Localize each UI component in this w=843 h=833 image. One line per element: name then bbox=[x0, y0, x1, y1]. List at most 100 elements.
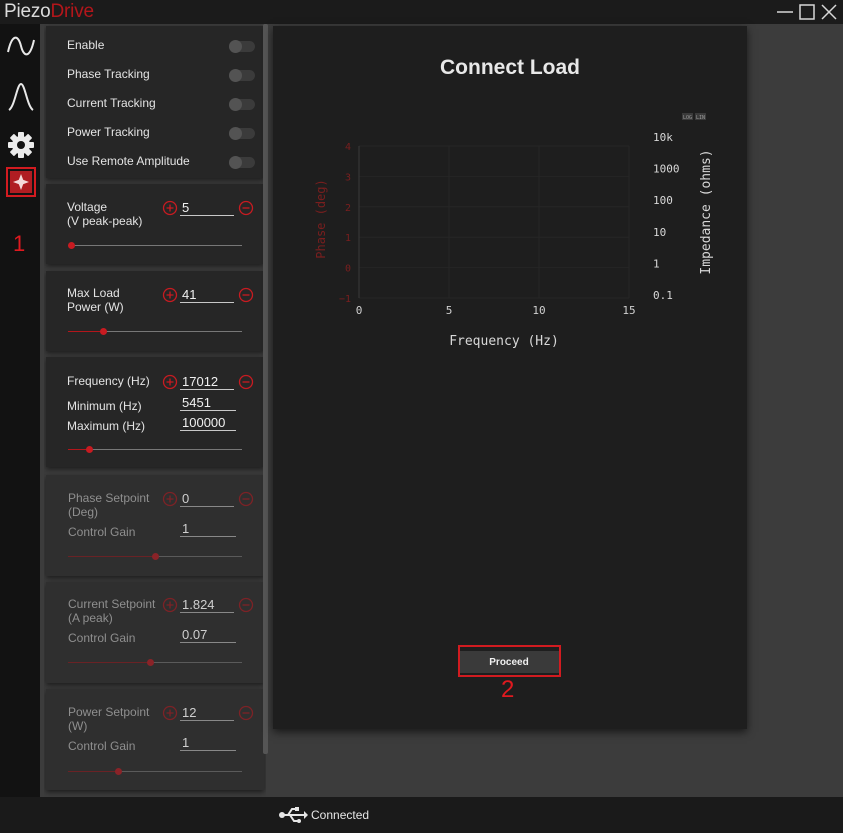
power-setpoint-decrease-button[interactable] bbox=[238, 705, 254, 721]
minimum-input[interactable]: 5451 bbox=[180, 395, 236, 411]
voltage-card: Voltage (V peak-peak) 5 bbox=[46, 184, 264, 264]
scale-toggle-lin: LIN bbox=[696, 115, 705, 121]
frequency-card: Frequency (Hz) 17012 Minimum (Hz) 5451 M… bbox=[46, 357, 264, 467]
voltage-input[interactable]: 5 bbox=[180, 200, 234, 216]
max-load-slider[interactable] bbox=[68, 328, 242, 335]
impedance-tick-label: 0.1 bbox=[653, 289, 673, 302]
phase-tick-label: 1 bbox=[345, 233, 351, 244]
usb-icon bbox=[279, 807, 308, 823]
app-window: PiezoDrive 1 Enable Phase Tracking Curre… bbox=[0, 0, 843, 833]
current-tracking-toggle[interactable] bbox=[229, 98, 255, 111]
power-setpoint-increase-button[interactable] bbox=[162, 705, 178, 721]
impedance-tick-label: 1 bbox=[653, 257, 660, 270]
proceed-highlight-box bbox=[458, 645, 561, 677]
phase-tick-label: 0 bbox=[345, 264, 351, 275]
impedance-tick-label: 10k bbox=[653, 131, 673, 144]
phase-setpoint-label: Phase Setpoint (Deg) bbox=[68, 491, 150, 519]
x-tick-label: 0 bbox=[356, 304, 363, 317]
current-setpoint-slider[interactable] bbox=[68, 659, 242, 666]
max-load-increase-button[interactable] bbox=[162, 287, 178, 303]
frequency-slider[interactable] bbox=[68, 446, 242, 453]
toggle-label-power-tracking: Power Tracking bbox=[67, 125, 150, 139]
phase-tick-label: 2 bbox=[345, 203, 351, 214]
frequency-increase-button[interactable] bbox=[162, 374, 178, 390]
window-controls bbox=[775, 0, 839, 24]
minimize-icon[interactable] bbox=[775, 2, 795, 22]
current-setpoint-decrease-button[interactable] bbox=[238, 597, 254, 613]
phase-tick-label: 3 bbox=[345, 172, 351, 183]
max-load-input[interactable]: 41 bbox=[180, 287, 234, 303]
impedance-axis-title: Impedance (ohms) bbox=[699, 149, 714, 274]
power-control-gain-label: Control Gain bbox=[68, 739, 136, 753]
rail-item-load-selected[interactable] bbox=[6, 167, 36, 197]
voltage-slider[interactable] bbox=[68, 242, 242, 249]
settings-scrollbar[interactable] bbox=[263, 24, 268, 754]
impedance-tick-label: 10 bbox=[653, 226, 666, 239]
toggles-card: Enable Phase Tracking Current Tracking P… bbox=[46, 26, 264, 178]
toggle-label-enable: Enable bbox=[67, 38, 105, 52]
toggle-label-remote-amplitude: Use Remote Amplitude bbox=[67, 154, 190, 168]
impedance-tick-label: 1000 bbox=[653, 163, 680, 176]
power-setpoint-card: Power Setpoint (W) 12 Control Gain 1 bbox=[46, 689, 264, 790]
gear-icon[interactable] bbox=[5, 128, 37, 160]
power-setpoint-slider[interactable] bbox=[68, 768, 242, 775]
power-control-gain-input[interactable]: 1 bbox=[180, 735, 236, 751]
annotation-number-2: 2 bbox=[501, 676, 515, 703]
impedance-tick-label: 100 bbox=[653, 194, 673, 207]
max-load-card: Max Load Power (W) 41 bbox=[46, 271, 264, 351]
frequency-decrease-button[interactable] bbox=[238, 374, 254, 390]
current-setpoint-input[interactable]: 1.824 bbox=[180, 597, 234, 613]
status-bar: Connected bbox=[0, 797, 843, 833]
current-setpoint-card: Current Setpoint (A peak) 1.824 Control G… bbox=[46, 582, 264, 683]
phase-setpoint-slider[interactable] bbox=[68, 553, 242, 560]
voltage-decrease-button[interactable] bbox=[238, 200, 254, 216]
frequency-input[interactable]: 17012 bbox=[180, 374, 234, 390]
page-title: Connect Load bbox=[440, 56, 580, 79]
phase-control-gain-input[interactable]: 1 bbox=[180, 521, 236, 537]
remote-amplitude-toggle[interactable] bbox=[229, 156, 255, 169]
power-setpoint-input[interactable]: 12 bbox=[180, 705, 234, 721]
power-tracking-toggle[interactable] bbox=[229, 127, 255, 140]
x-tick-label: 15 bbox=[622, 304, 635, 317]
max-load-decrease-button[interactable] bbox=[238, 287, 254, 303]
current-control-gain-label: Control Gain bbox=[68, 631, 136, 645]
current-control-gain-input[interactable]: 0.07 bbox=[180, 627, 236, 643]
diamond-icon bbox=[10, 171, 32, 193]
scale-toggle-log: LOG bbox=[683, 115, 692, 121]
maximize-icon[interactable] bbox=[797, 2, 817, 22]
x-tick-label: 10 bbox=[532, 304, 545, 317]
impedance-phase-chart: 0 5 10 15 −1 0 1 2 3 4 0.1 1 10 100 1000 10k Frequency (… bbox=[314, 113, 714, 349]
status-text: Connected bbox=[311, 808, 370, 822]
max-load-label: Max Load Power (W) bbox=[67, 286, 124, 314]
toggle-label-phase-tracking: Phase Tracking bbox=[67, 67, 150, 81]
phase-setpoint-input[interactable]: 0 bbox=[180, 491, 234, 507]
close-icon[interactable] bbox=[819, 2, 839, 22]
minimum-label: Minimum (Hz) bbox=[67, 399, 142, 413]
voltage-increase-button[interactable] bbox=[162, 200, 178, 216]
title-bar: PiezoDrive bbox=[0, 0, 843, 24]
peak-icon[interactable] bbox=[5, 80, 37, 112]
enable-toggle[interactable] bbox=[229, 40, 255, 53]
phase-tick-label: −1 bbox=[339, 294, 351, 305]
connection-status: Connected bbox=[278, 805, 369, 825]
phase-setpoint-decrease-button[interactable] bbox=[238, 491, 254, 507]
phase-tracking-toggle[interactable] bbox=[229, 69, 255, 82]
phase-control-gain-label: Control Gain bbox=[68, 525, 136, 539]
annotation-number-1: 1 bbox=[13, 231, 26, 256]
phase-axis-title: Phase (deg) bbox=[314, 179, 328, 258]
settings-panel: Enable Phase Tracking Current Tracking P… bbox=[44, 24, 266, 797]
nav-rail: 1 bbox=[0, 24, 40, 797]
x-axis-title: Frequency (Hz) bbox=[449, 334, 559, 349]
current-setpoint-label: Current Setpoint (A peak) bbox=[68, 597, 156, 625]
phase-setpoint-increase-button[interactable] bbox=[162, 491, 178, 507]
current-setpoint-increase-button[interactable] bbox=[162, 597, 178, 613]
waveform-icon[interactable] bbox=[5, 30, 37, 62]
x-tick-label: 5 bbox=[446, 304, 453, 317]
power-setpoint-label: Power Setpoint (W) bbox=[68, 705, 150, 733]
connect-load-panel: Connect Load 0 5 10 15 −1 0 1 2 3 4 0.1 1 10 100 1000 1… bbox=[273, 26, 747, 729]
app-logo: PiezoDrive bbox=[4, 1, 94, 22]
phase-setpoint-card: Phase Setpoint (Deg) 0 Control Gain 1 bbox=[46, 475, 264, 576]
frequency-label: Frequency (Hz) bbox=[67, 374, 150, 388]
toggle-label-current-tracking: Current Tracking bbox=[67, 96, 156, 110]
maximum-input[interactable]: 100000 bbox=[180, 415, 236, 431]
